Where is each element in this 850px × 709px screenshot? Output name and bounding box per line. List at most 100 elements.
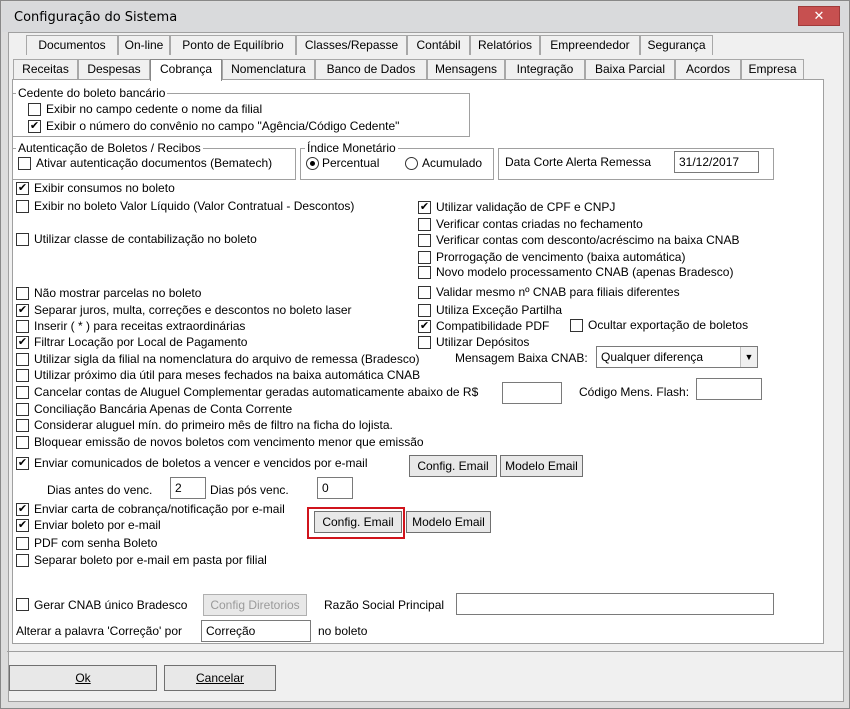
codigo-flash-input[interactable] xyxy=(696,378,762,400)
dias-pos-label: Dias pós venc. xyxy=(210,483,289,497)
right-check-2-checkbox[interactable] xyxy=(418,234,431,247)
tab-acordos[interactable]: Acordos xyxy=(675,59,741,79)
tab-empreendedor[interactable]: Empreendedor xyxy=(540,35,640,55)
autenticacao-checkbox[interactable] xyxy=(18,157,31,170)
radio-acumulado[interactable] xyxy=(405,157,418,170)
boleto-modelo-email-button[interactable]: Modelo Email xyxy=(406,511,491,533)
right-check-7-checkbox[interactable]: ✔ xyxy=(418,320,431,333)
left-check-13-label: Enviar comunicados de boletos a vencer e… xyxy=(34,456,368,470)
left-check-8-label: Utilizar próximo dia útil para meses fec… xyxy=(34,368,421,382)
tab-relat-rios[interactable]: Relatórios xyxy=(470,35,540,55)
right-check-3-checkbox[interactable] xyxy=(418,251,431,264)
tab-banco-de-dados[interactable]: Banco de Dados xyxy=(315,59,427,79)
email-check-2-checkbox[interactable] xyxy=(16,537,29,550)
left-check-4-checkbox[interactable]: ✔ xyxy=(16,304,29,317)
right-check-0-label: Utilizar validação de CPF e CNPJ xyxy=(436,200,616,214)
right-check-4-checkbox[interactable] xyxy=(418,266,431,279)
dias-antes-input[interactable]: 2 xyxy=(170,477,206,499)
left-check-2-checkbox[interactable] xyxy=(16,233,29,246)
tab-integra-o[interactable]: Integração xyxy=(505,59,585,79)
comunicados-modelo-email-button[interactable]: Modelo Email xyxy=(500,455,583,477)
left-check-8-checkbox[interactable] xyxy=(16,369,29,382)
razao-label: Razão Social Principal xyxy=(324,598,445,612)
left-check-9-label: Cancelar contas de Aluguel Complementar … xyxy=(34,385,479,399)
cnab-unico-checkbox[interactable] xyxy=(16,598,29,611)
right-check-1-label: Verificar contas criadas no fechamento xyxy=(436,217,643,231)
tab-seguran-a[interactable]: Segurança xyxy=(640,35,713,55)
tab-baixa-parcial[interactable]: Baixa Parcial xyxy=(585,59,675,79)
tab-documentos[interactable]: Documentos xyxy=(26,35,118,55)
ok-button[interactable]: Ok xyxy=(9,665,157,691)
razao-input[interactable] xyxy=(456,593,774,615)
cedente-item-0-label: Exibir no campo cedente o nome da filial xyxy=(46,102,263,116)
left-check-10-checkbox[interactable] xyxy=(16,403,29,416)
left-check-11-label: Considerar aluguel mín. do primeiro mês … xyxy=(34,418,393,432)
left-check-9-checkbox[interactable] xyxy=(16,386,29,399)
right-check-8-checkbox[interactable] xyxy=(418,336,431,349)
cedente-item-0-checkbox[interactable] xyxy=(28,103,41,116)
left-check-0-checkbox[interactable]: ✔ xyxy=(16,182,29,195)
tab-empresa[interactable]: Empresa xyxy=(741,59,804,79)
mensagem-baixa-select[interactable]: Qualquer diferença ▼ xyxy=(596,346,758,368)
tab-mensagens[interactable]: Mensagens xyxy=(427,59,505,79)
close-icon[interactable]: ✕ xyxy=(798,6,840,26)
data-corte-input[interactable]: 31/12/2017 xyxy=(674,151,759,173)
config-diretorios-button[interactable]: Config Diretorios xyxy=(203,594,307,616)
left-check-1-checkbox[interactable] xyxy=(16,200,29,213)
email-check-1-checkbox[interactable]: ✔ xyxy=(16,519,29,532)
left-check-5-label: Inserir ( * ) para receitas extraordinár… xyxy=(34,319,246,333)
left-check-3-checkbox[interactable] xyxy=(16,287,29,300)
cancel-button[interactable]: Cancelar xyxy=(164,665,276,691)
right-check-5-checkbox[interactable] xyxy=(418,286,431,299)
autenticacao-label: Ativar autenticação documentos (Bematech… xyxy=(36,156,273,170)
tab-despesas[interactable]: Despesas xyxy=(78,59,150,79)
tab-on-line[interactable]: On-line xyxy=(118,35,170,55)
tab-ponto-de-equil-brio[interactable]: Ponto de Equilíbrio xyxy=(170,35,296,55)
ocultar-checkbox[interactable] xyxy=(570,319,583,332)
dias-antes-label: Dias antes do venc. xyxy=(47,483,153,497)
email-check-0-label: Enviar carta de cobrança/notificação por… xyxy=(34,502,285,516)
email-check-3-checkbox[interactable] xyxy=(16,554,29,567)
email-check-0-checkbox[interactable]: ✔ xyxy=(16,503,29,516)
radio-acumulado-label: Acumulado xyxy=(422,156,483,170)
radio-percentual[interactable] xyxy=(306,157,319,170)
email-check-1-label: Enviar boleto por e-mail xyxy=(34,518,161,532)
chevron-down-icon[interactable]: ▼ xyxy=(740,347,757,367)
correcao-suffix: no boleto xyxy=(318,624,368,638)
left-check-4-label: Separar juros, multa, correções e descon… xyxy=(34,303,352,317)
email-check-3-label: Separar boleto por e-mail em pasta por f… xyxy=(34,553,267,567)
right-check-3-label: Prorrogação de vencimento (baixa automát… xyxy=(436,250,686,264)
left-check-6-label: Filtrar Locação por Local de Pagamento xyxy=(34,335,248,349)
group-cedente-title: Cedente do boleto bancário xyxy=(16,86,168,100)
left-check-5-checkbox[interactable] xyxy=(16,320,29,333)
left-check-11-checkbox[interactable] xyxy=(16,419,29,432)
boleto-config-email-button[interactable]: Config. Email xyxy=(314,511,402,533)
dias-pos-input[interactable]: 0 xyxy=(317,477,353,499)
left-check-12-label: Bloquear emissão de novos boletos com ve… xyxy=(34,435,424,449)
correcao-input[interactable]: Correção xyxy=(201,620,311,642)
left-check-7-checkbox[interactable] xyxy=(16,353,29,366)
correcao-label: Alterar a palavra 'Correção' por xyxy=(16,624,182,638)
right-check-5-label: Validar mesmo nº CNAB para filiais difer… xyxy=(436,285,680,299)
right-check-6-checkbox[interactable] xyxy=(418,304,431,317)
left-check-12-checkbox[interactable] xyxy=(16,436,29,449)
left-check-6-checkbox[interactable]: ✔ xyxy=(16,336,29,349)
left-check-13-checkbox[interactable]: ✔ xyxy=(16,457,29,470)
tab-receitas[interactable]: Receitas xyxy=(13,59,78,79)
data-corte-label: Data Corte Alerta Remessa xyxy=(505,155,652,169)
right-check-0-checkbox[interactable]: ✔ xyxy=(418,201,431,214)
right-check-1-checkbox[interactable] xyxy=(418,218,431,231)
comunicados-config-email-button[interactable]: Config. Email xyxy=(409,455,497,477)
ocultar-label: Ocultar exportação de boletos xyxy=(588,318,749,332)
group-indice-title: Índice Monetário xyxy=(305,141,398,155)
cnab-unico-label: Gerar CNAB único Bradesco xyxy=(34,598,188,612)
right-check-6-label: Utiliza Exceção Partilha xyxy=(436,303,563,317)
cedente-item-1-label: Exibir o número do convênio no campo "Ag… xyxy=(46,119,400,133)
cedente-item-1-checkbox[interactable]: ✔ xyxy=(28,120,41,133)
tab-nomenclatura[interactable]: Nomenclatura xyxy=(222,59,315,79)
tab-classes-repasse[interactable]: Classes/Repasse xyxy=(296,35,407,55)
tab-cobran-a[interactable]: Cobrança xyxy=(150,59,222,81)
left-check-0-label: Exibir consumos no boleto xyxy=(34,181,175,195)
tab-cont-bil[interactable]: Contábil xyxy=(407,35,470,55)
cancelar-valor-input[interactable] xyxy=(502,382,562,404)
